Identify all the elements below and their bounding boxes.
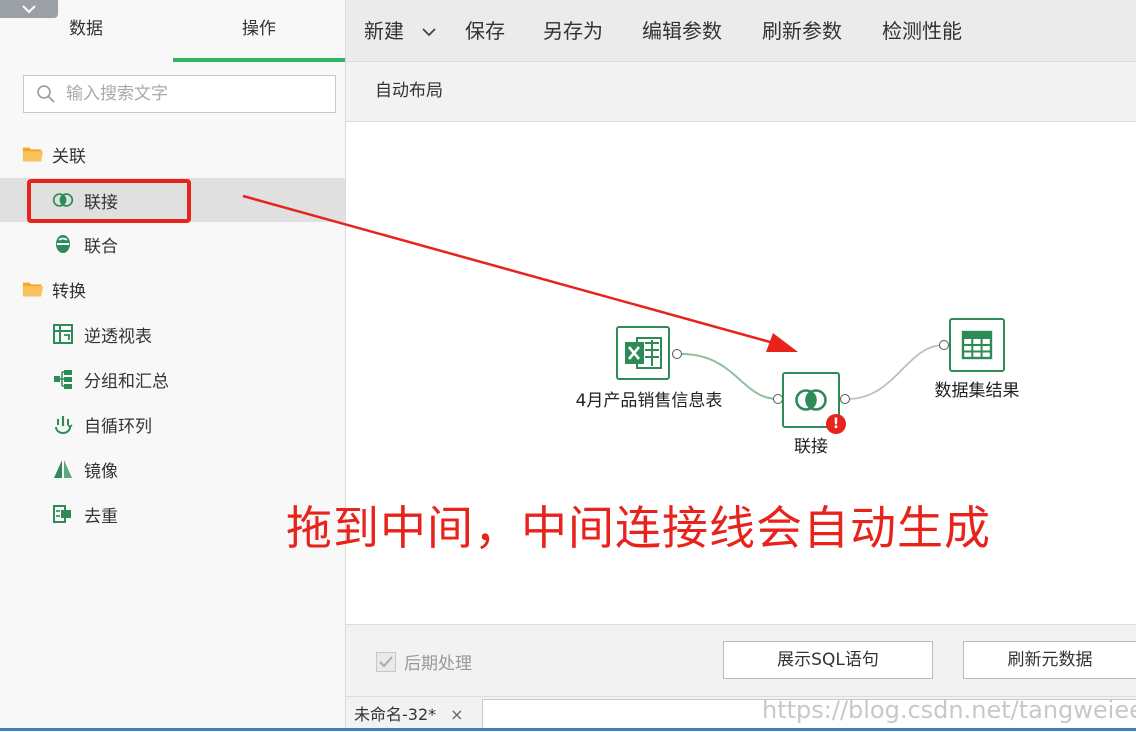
folder-icon [22, 278, 44, 300]
sidebar-item-union[interactable]: 联合 [0, 222, 345, 266]
close-icon[interactable]: × [450, 698, 463, 732]
check-performance-button[interactable]: 检测性能 [882, 0, 962, 62]
tab-operations[interactable]: 操作 [173, 0, 345, 62]
sidebar-item-label: 镜像 [84, 461, 118, 482]
join-icon [52, 189, 74, 211]
node-source-excel[interactable] [616, 326, 670, 380]
sidebar-item-label: 联合 [84, 236, 118, 257]
bottom-panel: 后期处理 展示SQL语句 刷新元数据 [346, 624, 1136, 696]
new-button-label: 新建 [364, 19, 404, 43]
document-tab-label: 未命名-32* [354, 704, 437, 724]
sidebar-item-label: 逆透视表 [84, 326, 152, 347]
search-icon [36, 84, 56, 104]
node-result-label: 数据集结果 [934, 381, 1020, 401]
result-input-port[interactable] [939, 340, 949, 350]
canvas-toolbar: 自动布局 [346, 62, 1136, 122]
annotation-text: 拖到中间，中间连接线会自动生成 [286, 501, 991, 555]
post-process-label: 后期处理 [404, 654, 472, 674]
source-output-port[interactable] [672, 349, 682, 359]
watermark: https://blog.csdn.net/tangweiee [762, 696, 1136, 724]
chevron-down-icon [22, 5, 36, 14]
top-toolbar: 新建 保存 另存为 编辑参数 刷新参数 检测性能 [346, 0, 1136, 62]
excel-icon [625, 337, 662, 369]
group-label: 关联 [52, 146, 86, 167]
group-association[interactable]: 关联 [22, 141, 86, 167]
sidebar-item-mirror[interactable]: 镜像 [0, 447, 345, 491]
table-icon [961, 330, 993, 360]
mirror-icon [52, 458, 74, 480]
left-panel: 数据 操作 关联 联接 联合 转换 [0, 0, 346, 731]
sidebar-item-self-loop[interactable]: 自循环列 [0, 402, 345, 446]
group-transform[interactable]: 转换 [22, 276, 86, 302]
sidebar-item-group-summary[interactable]: 分组和汇总 [0, 357, 345, 401]
edit-params-button[interactable]: 编辑参数 [642, 0, 722, 62]
error-badge[interactable]: ! [826, 414, 846, 434]
chevron-down-icon [422, 28, 436, 37]
group-summary-icon [52, 368, 74, 390]
sidebar-item-label: 自循环列 [84, 416, 152, 437]
join-icon [795, 389, 827, 411]
node-source-label: 4月产品销售信息表 [575, 391, 723, 411]
sidebar-item-label: 去重 [84, 506, 118, 527]
new-button[interactable]: 新建 [364, 0, 436, 62]
search-box[interactable] [23, 75, 336, 113]
dedupe-icon [52, 503, 74, 525]
collapse-toggle[interactable] [0, 0, 58, 18]
join-output-port[interactable] [840, 394, 850, 404]
self-loop-icon [52, 413, 74, 435]
union-icon [52, 233, 74, 255]
auto-layout-button[interactable]: 自动布局 [375, 62, 443, 120]
sidebar-item-unpivot[interactable]: 逆透视表 [0, 312, 345, 356]
sidebar-item-label: 联接 [84, 192, 118, 213]
group-label: 转换 [52, 281, 86, 302]
node-join-label: 联接 [794, 437, 828, 457]
refresh-metadata-button[interactable]: 刷新元数据 [963, 641, 1136, 679]
show-sql-button[interactable]: 展示SQL语句 [723, 641, 933, 679]
node-dataset-result[interactable] [949, 318, 1005, 372]
refresh-params-button[interactable]: 刷新参数 [762, 0, 842, 62]
sidebar-item-label: 分组和汇总 [84, 371, 169, 392]
search-input[interactable] [64, 83, 318, 105]
document-tab[interactable]: 未命名-32* × [354, 697, 464, 732]
sidebar-item-join[interactable]: 联接 [0, 178, 345, 222]
post-process-checkbox[interactable]: 后期处理 [376, 649, 472, 674]
folder-icon [22, 143, 44, 165]
save-as-button[interactable]: 另存为 [543, 0, 603, 62]
unpivot-icon [52, 323, 74, 345]
save-button[interactable]: 保存 [465, 0, 505, 62]
checkbox-check-icon [376, 651, 396, 672]
